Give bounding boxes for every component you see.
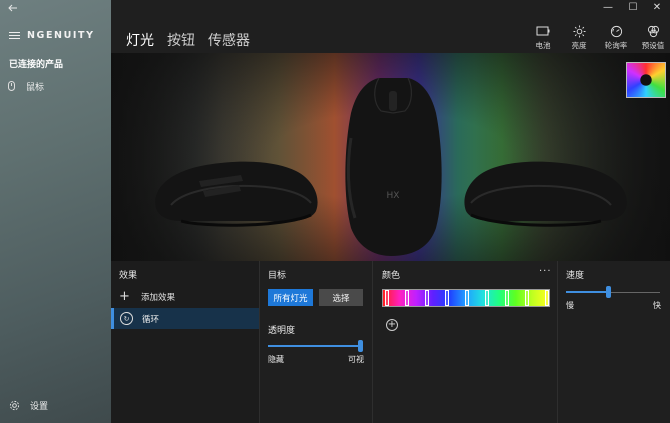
- speed-slider-thumb[interactable]: [606, 286, 611, 298]
- add-effect-label: 添加效果: [141, 293, 176, 303]
- battery-label: 电池: [535, 41, 551, 50]
- polling-rate-label: 轮询率: [604, 41, 628, 50]
- add-color-button[interactable]: +: [386, 319, 398, 331]
- speed-title: 速度: [566, 271, 585, 281]
- brightness-icon: [572, 24, 586, 38]
- gear-icon: [9, 400, 20, 411]
- battery-button[interactable]: 电池: [528, 24, 558, 51]
- speed-max-label: 快: [653, 301, 661, 310]
- brightness-label: 亮度: [571, 41, 587, 50]
- presets-icon: [647, 25, 659, 37]
- minimize-button[interactable]: —: [600, 1, 616, 15]
- opacity-min-label: 隐藏: [268, 355, 284, 364]
- color-stop-handle[interactable]: [405, 290, 409, 306]
- mouse-top-image: HX: [345, 77, 442, 256]
- color-stop-handle[interactable]: [525, 290, 529, 306]
- cycle-icon: ↻: [120, 312, 133, 325]
- target-title: 目标: [268, 271, 287, 281]
- add-effect-button[interactable]: + 添加效果: [119, 289, 176, 304]
- speed-slider-fill: [566, 291, 608, 293]
- polling-rate-icon: [610, 25, 622, 37]
- back-arrow-icon: [8, 4, 17, 12]
- presets-label: 预设值: [641, 41, 665, 50]
- hamburger-menu-icon[interactable]: [9, 32, 20, 40]
- sidebar-item-label: 鼠标: [26, 82, 45, 93]
- presets-button[interactable]: 预设值: [638, 24, 668, 51]
- mouse-renders: HX: [155, 77, 627, 256]
- effect-preview-thumbnail[interactable]: [626, 62, 666, 98]
- brightness-button[interactable]: 亮度: [564, 24, 594, 51]
- opacity-slider-fill: [268, 345, 360, 347]
- color-stop-handle[interactable]: [485, 290, 489, 306]
- settings-button[interactable]: 设置: [9, 399, 48, 412]
- opacity-max-label: 可视: [348, 355, 364, 364]
- opacity-slider-thumb[interactable]: [358, 340, 363, 352]
- effects-panel: [111, 261, 259, 423]
- maximize-button[interactable]: ☐: [625, 1, 641, 15]
- settings-label: 设置: [30, 402, 49, 412]
- sidebar: NGENUITY 已连接的产品 鼠标 设置: [0, 0, 111, 423]
- tab-buttons[interactable]: 按钮: [167, 30, 195, 55]
- sidebar-item-mouse[interactable]: 鼠标: [8, 79, 104, 93]
- effects-title: 效果: [119, 271, 138, 281]
- back-button[interactable]: [8, 3, 22, 17]
- mouse-icon: [8, 81, 15, 91]
- polling-rate-button[interactable]: 轮询率: [601, 24, 631, 51]
- color-stop-handle[interactable]: [465, 290, 469, 306]
- color-stop-handle[interactable]: [505, 290, 509, 306]
- more-options-button[interactable]: ···: [539, 266, 552, 277]
- close-button[interactable]: ✕: [649, 1, 665, 15]
- main-tabs: 灯光 按钮 传感器: [126, 30, 250, 55]
- opacity-title: 透明度: [268, 326, 296, 336]
- color-stop-handle[interactable]: [385, 290, 389, 306]
- mouse-preview: HX: [111, 53, 670, 261]
- connected-products-title: 已连接的产品: [9, 60, 64, 70]
- color-stop-handle[interactable]: [445, 290, 449, 306]
- mouse-left-side-image: [155, 161, 318, 227]
- effect-item-cycle[interactable]: ↻ 循环: [111, 308, 259, 329]
- select-button[interactable]: 选择: [319, 289, 363, 306]
- effect-item-label: 循环: [142, 314, 160, 325]
- color-stop-handle[interactable]: [425, 290, 429, 306]
- brand-logo: NGENUITY: [27, 30, 95, 41]
- color-stop-handle[interactable]: [545, 290, 549, 306]
- mouse-right-side-image: [464, 161, 627, 227]
- all-lights-button[interactable]: 所有灯光: [268, 289, 313, 306]
- tab-sensor[interactable]: 传感器: [208, 30, 250, 55]
- color-title: 颜色: [382, 271, 401, 281]
- svg-text:HX: HX: [387, 191, 400, 201]
- battery-icon: [536, 26, 550, 36]
- tab-lighting[interactable]: 灯光: [126, 30, 154, 55]
- speed-min-label: 慢: [566, 301, 574, 310]
- plus-icon: +: [119, 289, 130, 304]
